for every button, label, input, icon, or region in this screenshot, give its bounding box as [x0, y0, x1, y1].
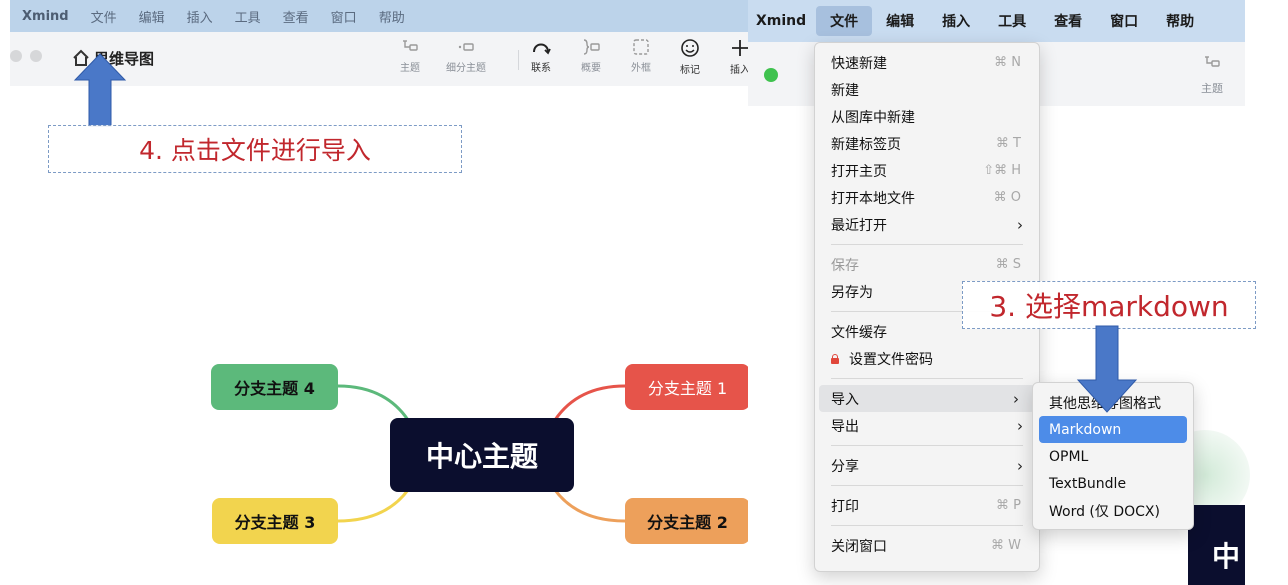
menu-item-recent-label: 最近打开 — [831, 217, 887, 234]
submenu-item-opml[interactable]: OPML — [1033, 443, 1193, 470]
menu-item-print-label: 打印 — [831, 498, 859, 515]
menu-item-save-as-label: 另存为 — [831, 284, 873, 301]
menu-item-open-home-label: 打开主页 — [831, 163, 887, 180]
shortcut-quick-new: ⌘ N — [994, 55, 1021, 70]
menu-item-set-password[interactable]: 设置文件密码 — [815, 345, 1039, 372]
shortcut-new-tab: ⌘ T — [995, 136, 1021, 151]
shortcut-print: ⌘ P — [996, 498, 1021, 513]
menu-item-import-label: 导入 — [831, 391, 859, 408]
menu-edit-right[interactable]: 编辑 — [872, 6, 928, 36]
menubar-app-name-right[interactable]: Xmind — [748, 6, 816, 36]
menu-item-recent[interactable]: 最近打开 › — [815, 211, 1039, 238]
menu-item-print[interactable]: 打印 ⌘ P — [815, 492, 1039, 519]
shortcut-open-local-file: ⌘ O — [993, 190, 1021, 205]
menu-window-right[interactable]: 窗口 — [1096, 6, 1152, 36]
chevron-right-icon: › — [1013, 389, 1019, 408]
submenu-item-markdown[interactable]: Markdown — [1039, 416, 1187, 443]
menu-insert-right[interactable]: 插入 — [928, 6, 984, 36]
shortcut-save: ⌘ S — [995, 257, 1021, 272]
branch-topic-1[interactable]: 分支主题 1 — [625, 364, 750, 410]
central-topic[interactable]: 中心主题 — [390, 418, 574, 492]
toolbar-topic-button-right[interactable]: 主题 — [1188, 54, 1236, 96]
submenu-item-textbundle[interactable]: TextBundle — [1033, 470, 1193, 497]
menu-item-new-tab[interactable]: 新建标签页 ⌘ T — [815, 130, 1039, 157]
menu-item-file-cache-label: 文件缓存 — [831, 324, 887, 341]
toolbar-topic-label-right: 主题 — [1201, 82, 1223, 95]
menu-item-open-local-file-label: 打开本地文件 — [831, 190, 915, 207]
submenu-item-word-docx[interactable]: Word (仅 DOCX) — [1033, 497, 1193, 524]
menu-item-close-window[interactable]: 关闭窗口 ⌘ W — [815, 532, 1039, 559]
menu-item-set-password-label: 设置文件密码 — [849, 351, 933, 368]
menu-separator — [831, 485, 1023, 486]
down-arrow-annotation — [1076, 325, 1138, 413]
window-zoom-button[interactable] — [764, 68, 778, 82]
menu-help-right[interactable]: 帮助 — [1152, 6, 1208, 36]
menu-item-new[interactable]: 新建 — [815, 76, 1039, 103]
menu-separator — [831, 244, 1023, 245]
menu-separator — [831, 445, 1023, 446]
menu-item-share-label: 分享 — [831, 458, 859, 475]
menu-item-export-label: 导出 — [831, 418, 859, 435]
step-3-annotation: 3. 选择markdown — [962, 281, 1256, 329]
chevron-right-icon: › — [1017, 456, 1023, 475]
central-topic-partial[interactable]: 中 — [1188, 505, 1245, 585]
step-4-annotation: 4. 点击文件进行导入 — [48, 125, 462, 173]
menu-item-close-window-label: 关闭窗口 — [831, 538, 887, 555]
shortcut-open-home: ⇧⌘ H — [983, 163, 1021, 178]
menu-separator — [831, 378, 1023, 379]
chevron-right-icon: › — [1017, 215, 1023, 234]
shortcut-close-window: ⌘ W — [991, 538, 1021, 553]
menu-item-save: 保存 ⌘ S — [815, 251, 1039, 278]
branch-topic-3[interactable]: 分支主题 3 — [212, 498, 338, 544]
menu-item-new-tab-label: 新建标签页 — [831, 136, 901, 153]
menu-item-open-local-file[interactable]: 打开本地文件 ⌘ O — [815, 184, 1039, 211]
menu-item-export[interactable]: 导出 › — [815, 412, 1039, 439]
branch-topic-2[interactable]: 分支主题 2 — [625, 498, 750, 544]
topic-icon — [1205, 56, 1220, 67]
menu-item-quick-new-label: 快速新建 — [831, 55, 887, 72]
menu-tools-right[interactable]: 工具 — [984, 6, 1040, 36]
up-arrow-annotation — [73, 53, 127, 127]
screenshot-root: Xmind 文件 编辑 插入 工具 查看 窗口 帮助 思维导图 主题 细分主题 — [0, 0, 1288, 585]
menu-item-new-from-gallery-label: 从图库中新建 — [831, 109, 915, 126]
menu-separator — [831, 525, 1023, 526]
menu-item-import[interactable]: 导入 › — [819, 385, 1035, 412]
branch-topic-4[interactable]: 分支主题 4 — [211, 364, 338, 410]
lock-icon — [831, 353, 839, 364]
chevron-right-icon: › — [1017, 416, 1023, 435]
menu-view-right[interactable]: 查看 — [1040, 6, 1096, 36]
menu-file-active[interactable]: 文件 — [816, 6, 873, 36]
menu-item-quick-new[interactable]: 快速新建 ⌘ N — [815, 49, 1039, 76]
right-menubar: Xmind 文件 编辑 插入 工具 查看 窗口 帮助 — [748, 0, 1245, 42]
menu-item-new-label: 新建 — [831, 82, 859, 99]
left-xmind-window: Xmind 文件 编辑 插入 工具 查看 窗口 帮助 思维导图 主题 细分主题 — [0, 0, 758, 585]
menu-item-share[interactable]: 分享 › — [815, 452, 1039, 479]
menu-item-new-from-gallery[interactable]: 从图库中新建 — [815, 103, 1039, 130]
menu-item-open-home[interactable]: 打开主页 ⇧⌘ H — [815, 157, 1039, 184]
menu-item-save-label: 保存 — [831, 257, 859, 274]
central-topic-partial-text: 中 — [1212, 540, 1241, 573]
